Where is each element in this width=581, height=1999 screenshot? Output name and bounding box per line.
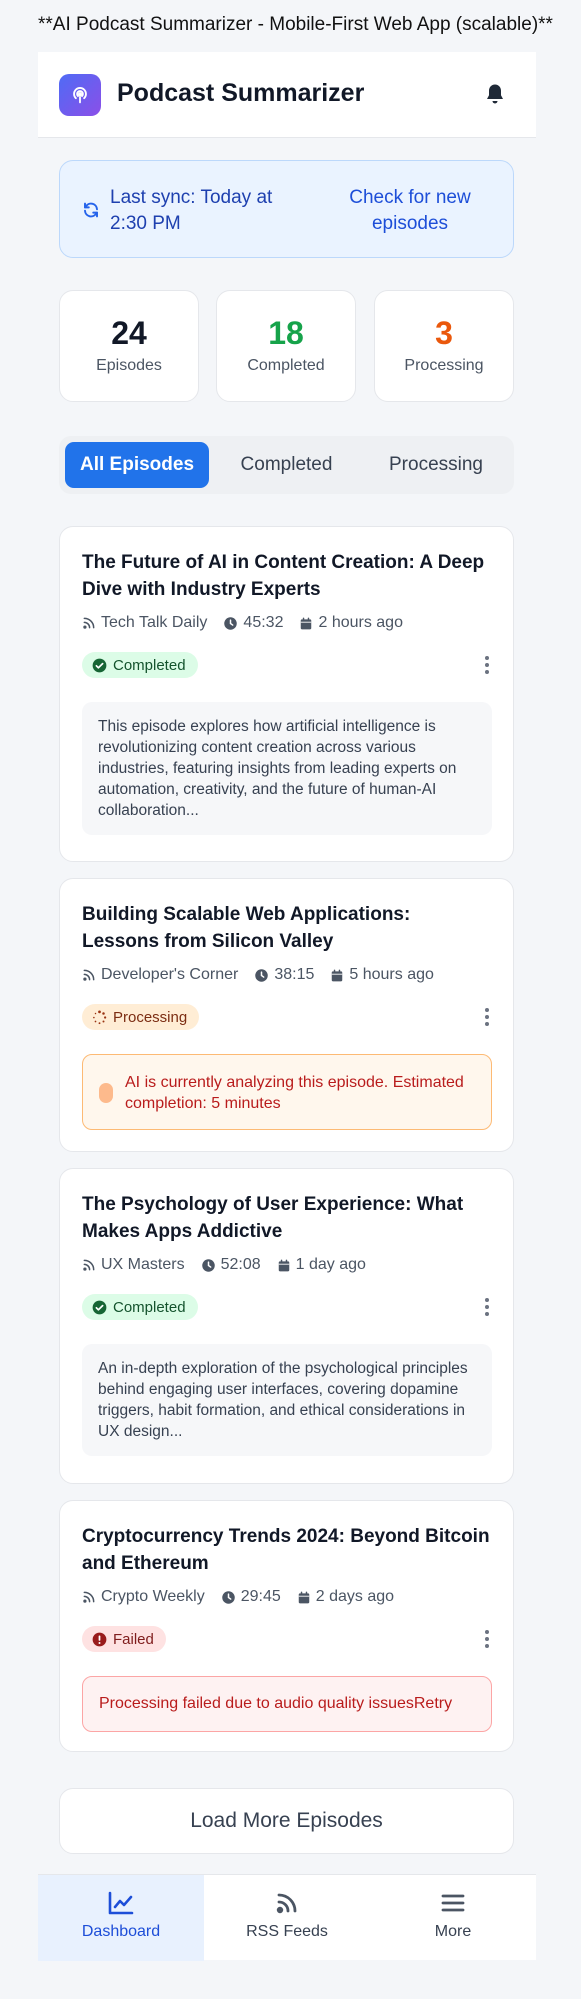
clock-icon	[224, 616, 238, 630]
calendar-icon	[301, 617, 312, 629]
more-options-icon[interactable]	[483, 1007, 491, 1027]
nav-more[interactable]: More	[370, 1875, 536, 1961]
menu-icon	[441, 1894, 465, 1912]
more-options-icon[interactable]	[483, 1297, 491, 1317]
load-more-button[interactable]: Load More Episodes	[59, 1788, 514, 1854]
failed-alert: Processing failed due to audio quality i…	[82, 1676, 492, 1732]
episode-title[interactable]: The Psychology of User Experience: What …	[82, 1191, 492, 1245]
check-new-episodes-button[interactable]: Check for new episodes	[320, 185, 500, 237]
stat-completed: 18 Completed	[216, 290, 356, 402]
exclamation-circle-icon	[92, 1632, 107, 1646]
episode-duration: 45:32	[243, 614, 284, 631]
episode-summary: An in-depth exploration of the psycholog…	[82, 1344, 492, 1456]
rss-icon	[83, 617, 95, 629]
stat-label: Episodes	[96, 357, 162, 374]
progress-indicator	[99, 1083, 113, 1103]
processing-message: AI is currently analyzing this episode. …	[125, 1074, 464, 1112]
sync-icon	[82, 201, 100, 219]
calendar-icon	[332, 969, 343, 981]
bell-icon[interactable]	[483, 82, 507, 106]
feed-name: UX Masters	[101, 1256, 185, 1273]
rss-icon	[83, 1591, 95, 1603]
episode-duration: 52:08	[220, 1256, 261, 1273]
nav-rss-feeds[interactable]: RSS Feeds	[204, 1875, 370, 1961]
status-label: Completed	[113, 656, 186, 674]
episode-title[interactable]: Cryptocurrency Trends 2024: Beyond Bitco…	[82, 1523, 492, 1577]
nav-dashboard[interactable]: Dashboard	[38, 1875, 204, 1961]
stat-value: 24	[111, 315, 147, 351]
episode-title[interactable]: Building Scalable Web Applications: Less…	[82, 901, 492, 955]
tab-processing[interactable]: Processing	[364, 442, 508, 488]
page-title: **AI Podcast Summarizer - Mobile-First W…	[38, 14, 553, 35]
app-container: Podcast Summarizer Last sync: Today at 2…	[38, 52, 536, 1961]
processing-alert: AI is currently analyzing this episode. …	[82, 1054, 492, 1130]
check-circle-icon	[92, 1300, 107, 1314]
status-label: Failed	[113, 1630, 154, 1648]
episode-card[interactable]: The Future of AI in Content Creation: A …	[59, 526, 514, 862]
retry-button[interactable]: Retry	[414, 1695, 452, 1712]
episode-card[interactable]: The Psychology of User Experience: What …	[59, 1168, 514, 1484]
stat-value: 3	[435, 315, 453, 351]
stat-value: 18	[268, 315, 304, 351]
episode-meta: Crypto Weekly 29:45 2 days ago	[82, 1587, 410, 1607]
rss-icon	[276, 1893, 297, 1914]
episode-date: 5 hours ago	[349, 966, 434, 983]
episode-meta: Developer's Corner 38:15 5 hours ago	[82, 965, 450, 985]
last-sync-text: Last sync: Today at 2:30 PM	[110, 187, 273, 234]
more-options-icon[interactable]	[483, 1629, 491, 1649]
status-badge: Completed	[82, 652, 198, 678]
feed-name: Tech Talk Daily	[101, 614, 208, 631]
clock-icon	[255, 968, 269, 982]
episode-date: 2 hours ago	[318, 614, 403, 631]
episode-card[interactable]: Cryptocurrency Trends 2024: Beyond Bitco…	[59, 1500, 514, 1752]
podcast-icon	[59, 74, 101, 116]
nav-label: RSS Feeds	[246, 1923, 328, 1940]
feed-name: Developer's Corner	[101, 966, 239, 983]
failure-message: Processing failed due to audio quality i…	[99, 1695, 414, 1712]
nav-label: More	[434, 1923, 472, 1940]
sync-banner: Last sync: Today at 2:30 PM Check for ne…	[59, 160, 514, 258]
episode-meta: Tech Talk Daily 45:32 2 hours ago	[82, 613, 419, 633]
status-badge: Processing	[82, 1004, 200, 1030]
stat-label: Processing	[404, 357, 484, 374]
app-header: Podcast Summarizer	[38, 52, 536, 138]
tab-completed[interactable]: Completed	[214, 442, 359, 488]
status-badge: Completed	[82, 1294, 198, 1320]
status-label: Processing	[113, 1008, 188, 1026]
rss-icon	[83, 969, 95, 981]
episode-duration: 29:45	[240, 1588, 281, 1605]
more-options-icon[interactable]	[483, 655, 491, 675]
clock-icon	[221, 1590, 235, 1604]
episode-date: 1 day ago	[295, 1256, 366, 1273]
nav-label: Dashboard	[81, 1923, 161, 1940]
chart-line-icon	[108, 1891, 134, 1915]
rss-icon	[83, 1259, 95, 1271]
stats-row: 24 Episodes 18 Completed 3 Processing	[59, 290, 514, 402]
episode-summary: This episode explores how artificial int…	[82, 702, 492, 835]
clock-icon	[201, 1258, 215, 1272]
calendar-icon	[278, 1259, 289, 1271]
bottom-nav: Dashboard RSS Feeds More	[38, 1874, 536, 1961]
feed-name: Crypto Weekly	[101, 1588, 205, 1605]
episode-card[interactable]: Building Scalable Web Applications: Less…	[59, 878, 514, 1152]
episode-meta: UX Masters 52:08 1 day ago	[82, 1255, 382, 1275]
episode-duration: 38:15	[274, 966, 315, 983]
tab-all-episodes[interactable]: All Episodes	[65, 442, 209, 488]
status-badge: Failed	[82, 1626, 166, 1652]
episode-title[interactable]: The Future of AI in Content Creation: A …	[82, 549, 492, 603]
status-label: Completed	[113, 1298, 186, 1316]
app-title: Podcast Summarizer	[117, 79, 365, 107]
calendar-icon	[298, 1591, 310, 1603]
spinner-icon	[93, 1010, 107, 1024]
stat-processing: 3 Processing	[374, 290, 514, 402]
check-circle-icon	[92, 658, 107, 672]
episode-date: 2 days ago	[315, 1588, 395, 1605]
stat-label: Completed	[247, 357, 325, 374]
stat-episodes: 24 Episodes	[59, 290, 199, 402]
filter-tabs: All Episodes Completed Processing	[59, 436, 514, 494]
